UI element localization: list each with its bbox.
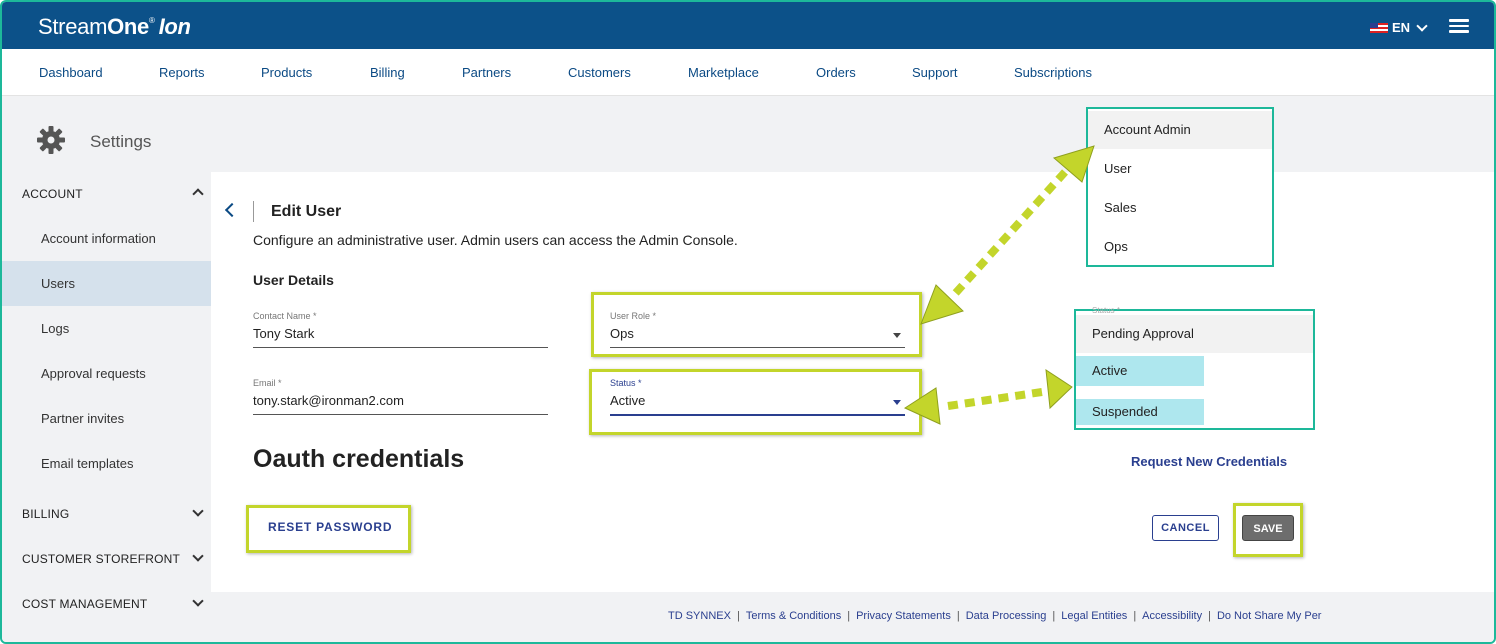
nav-products[interactable]: Products bbox=[261, 65, 312, 80]
nav-subscriptions[interactable]: Subscriptions bbox=[1014, 65, 1092, 80]
top-bar: StreamOne® Ion EN bbox=[2, 2, 1494, 49]
status-option-suspended[interactable]: Suspended bbox=[1076, 399, 1204, 425]
page-title: Edit User bbox=[271, 203, 342, 220]
hamburger-menu-icon[interactable] bbox=[1449, 19, 1469, 33]
page-subtitle: Configure an administrative user. Admin … bbox=[253, 232, 738, 248]
logo-text-one: One bbox=[107, 14, 149, 39]
email-label: Email * bbox=[253, 378, 282, 388]
nav-dashboard[interactable]: Dashboard bbox=[39, 65, 103, 80]
main-nav: Dashboard Reports Products Billing Partn… bbox=[2, 49, 1494, 96]
streamone-ion-logo[interactable]: StreamOne® Ion bbox=[38, 14, 191, 40]
footer-link-accessibility[interactable]: Accessibility bbox=[1142, 610, 1202, 622]
save-button[interactable]: SAVE bbox=[1242, 515, 1294, 541]
email-input[interactable]: tony.stark@ironman2.com bbox=[253, 393, 548, 415]
footer-link-data-processing[interactable]: Data Processing bbox=[966, 610, 1047, 622]
sidebar-section-account[interactable]: ACCOUNT bbox=[22, 187, 83, 201]
sidebar-item-users[interactable]: Users bbox=[2, 261, 211, 306]
sidebar-section-customer-storefront[interactable]: CUSTOMER STOREFRONT bbox=[22, 552, 180, 566]
nav-customers[interactable]: Customers bbox=[568, 65, 631, 80]
role-option-ops[interactable]: Ops bbox=[1088, 228, 1272, 266]
sidebar-item-logs[interactable]: Logs bbox=[2, 306, 211, 351]
footer-links: TD SYNNEX | Terms & Conditions | Privacy Sta… bbox=[668, 610, 1322, 622]
language-selector[interactable]: EN bbox=[1370, 19, 1428, 35]
user-details-heading: User Details bbox=[253, 272, 334, 288]
sidebar-section-cost-management[interactable]: COST MANAGEMENT bbox=[22, 597, 147, 611]
contact-name-field[interactable]: Contact Name * Tony Stark bbox=[253, 311, 548, 348]
user-role-dropdown: Account Admin User Sales Ops bbox=[1086, 107, 1274, 267]
contact-name-label: Contact Name * bbox=[253, 311, 317, 321]
settings-title: Settings bbox=[90, 132, 152, 151]
nav-marketplace[interactable]: Marketplace bbox=[688, 65, 759, 80]
logo-text-ion: Ion bbox=[158, 14, 191, 39]
sidebar-item-email-templates[interactable]: Email templates bbox=[2, 441, 211, 486]
logo-text-stream: Stream bbox=[38, 14, 108, 39]
cancel-button[interactable]: CANCEL bbox=[1152, 515, 1219, 541]
footer-link-do-not-share[interactable]: Do Not Share My Per bbox=[1217, 610, 1322, 622]
request-new-credentials-link[interactable]: Request New Credentials bbox=[1131, 454, 1287, 469]
user-role-value[interactable]: Ops bbox=[610, 326, 905, 348]
footer-link-privacy[interactable]: Privacy Statements bbox=[856, 610, 951, 622]
us-flag-icon bbox=[1370, 22, 1388, 33]
sidebar-item-account-information[interactable]: Account information bbox=[2, 216, 211, 261]
footer-link-td-synnex[interactable]: TD SYNNEX bbox=[668, 610, 731, 622]
status-select[interactable]: Status * Active bbox=[610, 378, 905, 416]
nav-orders[interactable]: Orders bbox=[816, 65, 856, 80]
sidebar-item-partner-invites[interactable]: Partner invites bbox=[2, 396, 211, 441]
status-dropdown: Status * Pending Approval Active Suspend… bbox=[1074, 306, 1315, 430]
reset-password-button[interactable]: RESET PASSWORD bbox=[268, 520, 392, 534]
status-value[interactable]: Active bbox=[610, 393, 905, 416]
sidebar-item-approval-requests[interactable]: Approval requests bbox=[2, 351, 211, 396]
status-option-pending-approval[interactable]: Pending Approval bbox=[1076, 315, 1313, 353]
user-role-select[interactable]: User Role * Ops bbox=[610, 311, 905, 348]
role-option-sales[interactable]: Sales bbox=[1088, 189, 1272, 227]
chevron-down-icon bbox=[1416, 19, 1428, 32]
role-option-user[interactable]: User bbox=[1088, 150, 1272, 188]
gear-icon bbox=[37, 126, 65, 154]
email-field[interactable]: Email * tony.stark@ironman2.com bbox=[253, 378, 548, 415]
app-window: StreamOne® Ion EN Dashboard Reports Produ… bbox=[0, 0, 1496, 644]
logo-registered: ® bbox=[149, 16, 155, 25]
nav-billing[interactable]: Billing bbox=[370, 65, 405, 80]
title-divider bbox=[253, 201, 254, 222]
user-role-label: User Role * bbox=[610, 311, 657, 321]
sidebar-section-billing[interactable]: BILLING bbox=[22, 507, 69, 521]
nav-support[interactable]: Support bbox=[912, 65, 958, 80]
oauth-credentials-heading: Oauth credentials bbox=[253, 445, 465, 473]
status-dropdown-label: Status * bbox=[1092, 306, 1121, 315]
nav-partners[interactable]: Partners bbox=[462, 65, 511, 80]
contact-name-input[interactable]: Tony Stark bbox=[253, 326, 548, 348]
status-label: Status * bbox=[610, 378, 642, 388]
footer-link-legal-entities[interactable]: Legal Entities bbox=[1061, 610, 1127, 622]
status-option-active[interactable]: Active bbox=[1076, 356, 1204, 386]
nav-reports[interactable]: Reports bbox=[159, 65, 205, 80]
footer-link-terms[interactable]: Terms & Conditions bbox=[746, 610, 841, 622]
language-code: EN bbox=[1392, 20, 1411, 35]
role-option-account-admin[interactable]: Account Admin bbox=[1088, 111, 1272, 149]
